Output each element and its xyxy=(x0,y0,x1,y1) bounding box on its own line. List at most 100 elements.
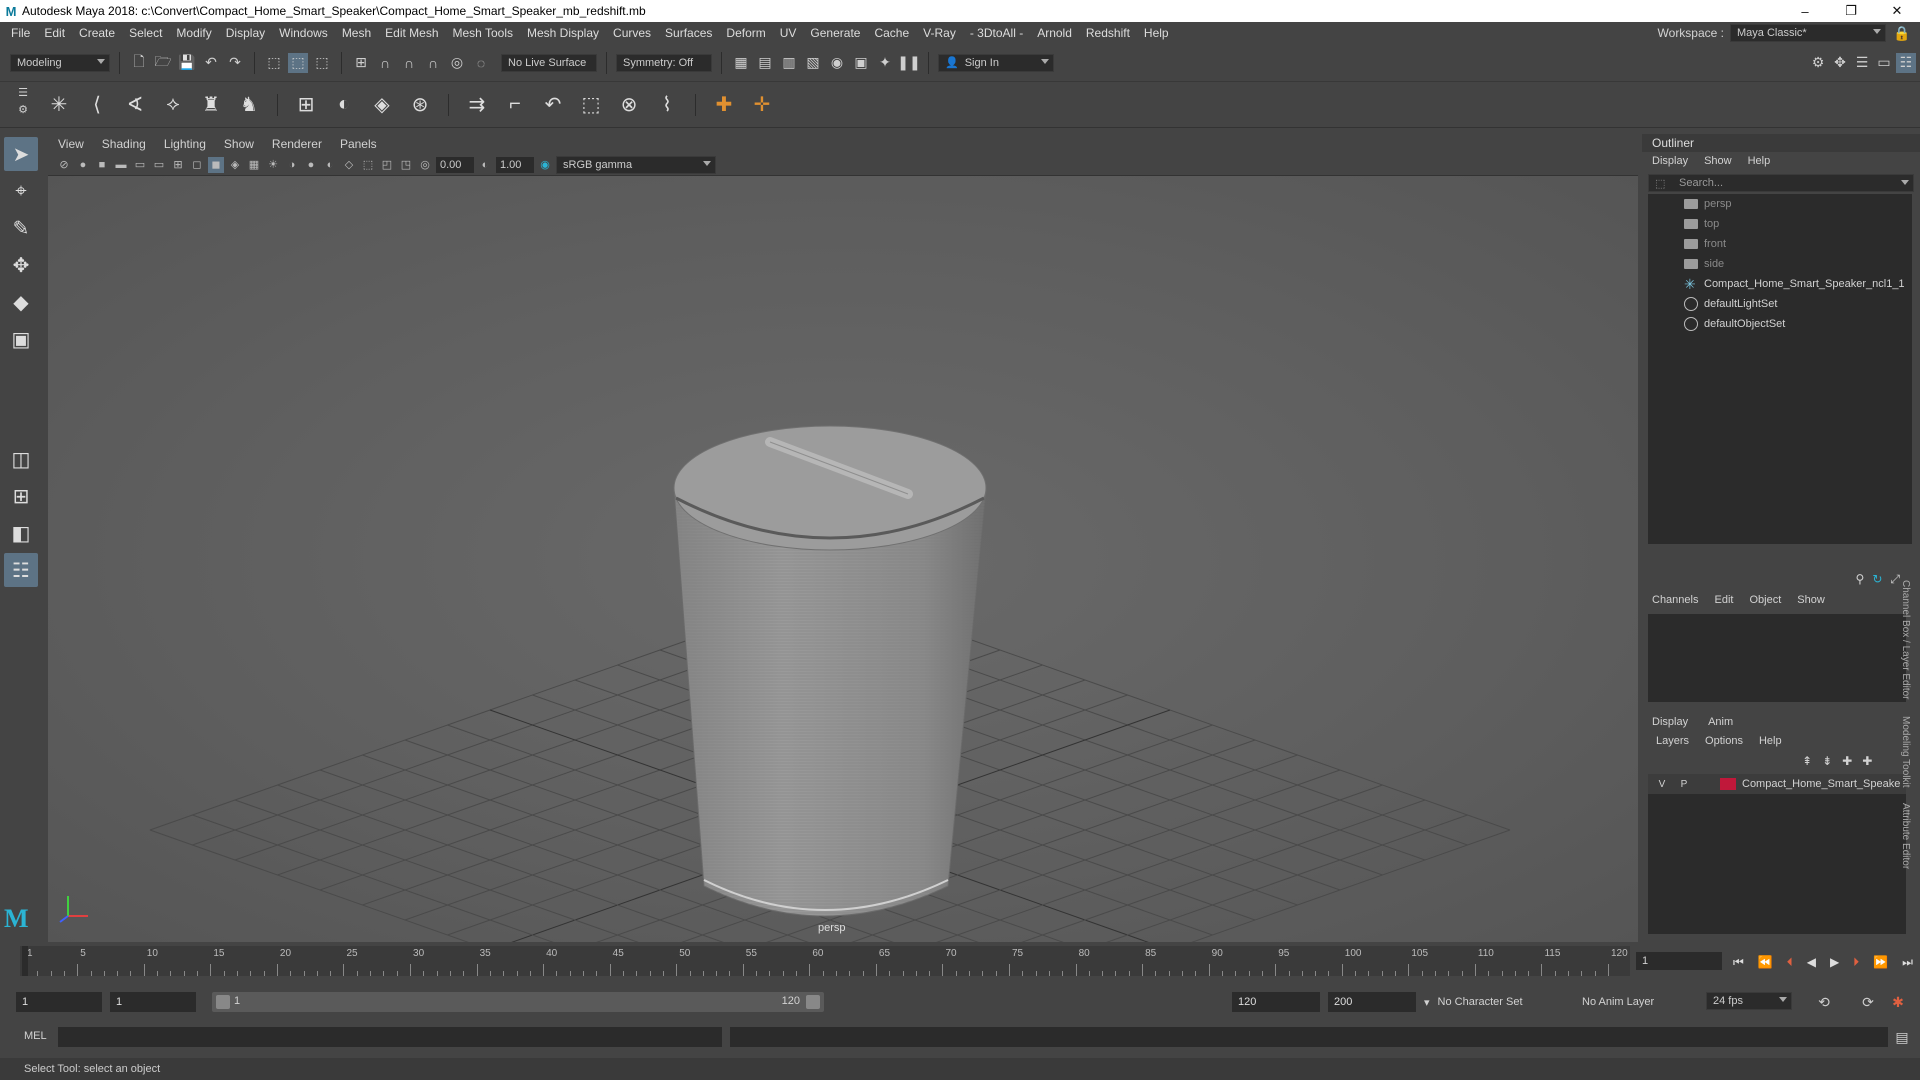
range-start-handle[interactable] xyxy=(216,995,230,1009)
snap-point-icon[interactable]: ∩ xyxy=(399,53,419,73)
time-ruler[interactable]: 1 5 10 15 20 25 30 35 40 45 50 55 60 65 70 75 80 85 90 95 10… xyxy=(20,946,1630,976)
save-scene-icon[interactable]: 💾 xyxy=(177,53,197,73)
hypershade-icon[interactable]: ◉ xyxy=(827,53,847,73)
layer-tab-anim[interactable]: Anim xyxy=(1708,716,1733,728)
menu-cache[interactable]: Cache xyxy=(867,26,916,40)
select-camera-icon[interactable]: ⊘ xyxy=(56,157,72,173)
animation-end-field[interactable]: 200 xyxy=(1328,992,1416,1012)
xray-icon[interactable]: ◰ xyxy=(379,157,395,173)
lock-icon[interactable]: 🔒 xyxy=(1892,23,1912,43)
outliner-item[interactable]: persp xyxy=(1648,194,1912,214)
snap-view-icon[interactable]: ◎ xyxy=(447,53,467,73)
layer-menu-options[interactable]: Options xyxy=(1705,735,1743,747)
blend-shape-icon[interactable]: ◐ xyxy=(329,90,359,120)
light-editor-icon[interactable]: ✦ xyxy=(875,53,895,73)
shelf-menu[interactable]: ☰ ⚙ xyxy=(8,86,38,126)
shadows-icon[interactable]: ◑ xyxy=(284,157,300,173)
character-set-dropdown[interactable]: ▾ No Character Set xyxy=(1424,992,1584,1012)
menu-display[interactable]: Display xyxy=(219,26,272,40)
lasso-tool-icon[interactable]: ⌖ xyxy=(4,174,38,208)
outliner-item[interactable]: front xyxy=(1648,234,1912,254)
move-layer-up-icon[interactable]: ⇞ xyxy=(1802,754,1812,768)
outliner-layout-icon[interactable]: ☷ xyxy=(4,553,38,587)
menu-redshift[interactable]: Redshift xyxy=(1079,26,1137,40)
textured-icon[interactable]: ▦ xyxy=(246,157,262,173)
preferences-icon[interactable]: ✱ xyxy=(1888,992,1908,1012)
side-tab-modeling-toolkit[interactable]: Modeling Toolkit xyxy=(1900,716,1911,788)
outliner-item[interactable]: defaultLightSet xyxy=(1648,294,1912,314)
snap-live-icon[interactable]: ◌ xyxy=(471,53,491,73)
go-to-start-icon[interactable]: ⏮ xyxy=(1733,955,1744,970)
menu-uv[interactable]: UV xyxy=(773,26,804,40)
outliner-menu-display[interactable]: Display xyxy=(1652,155,1688,167)
live-surface-field[interactable]: No Live Surface xyxy=(501,53,597,72)
side-tab-channel-box-layer-editor[interactable]: Channel Box / Layer Editor xyxy=(1900,580,1911,700)
menu-v-ray[interactable]: V-Ray xyxy=(916,26,963,40)
range-end-handle[interactable] xyxy=(806,995,820,1009)
layer-visibility-toggle[interactable]: V xyxy=(1654,777,1670,791)
menu-surfaces[interactable]: Surfaces xyxy=(658,26,719,40)
side-tab-attribute-editor[interactable]: Attribute Editor xyxy=(1900,803,1911,869)
menu-modify[interactable]: Modify xyxy=(169,26,218,40)
loop-icon[interactable]: ⟲ xyxy=(1814,992,1834,1012)
scale-tool-icon[interactable]: ▣ xyxy=(4,322,38,356)
resolution-gate-icon[interactable]: ▭ xyxy=(151,157,167,173)
menu-select[interactable]: Select xyxy=(122,26,169,40)
outliner-menu-help[interactable]: Help xyxy=(1748,155,1771,167)
ik-spline-icon[interactable]: ∢ xyxy=(120,90,150,120)
new-scene-icon[interactable]: 🗋 xyxy=(129,53,149,73)
constraint-pole-icon[interactable]: ⌇ xyxy=(652,90,682,120)
script-language-label[interactable]: MEL xyxy=(24,1030,47,1042)
layer-type-toggle[interactable] xyxy=(1698,777,1714,791)
modeling-toolkit-icon[interactable]: ⚙ xyxy=(1808,53,1828,73)
outliner-menu-show[interactable]: Show xyxy=(1704,155,1732,167)
go-to-end-icon[interactable]: ⏭ xyxy=(1902,955,1913,970)
viewport-menu-view[interactable]: View xyxy=(58,137,84,151)
shelf-options-icon[interactable]: ☰ xyxy=(18,86,28,99)
redo-icon[interactable]: ↷ xyxy=(225,53,245,73)
constraint-scale-icon[interactable]: ⬚ xyxy=(576,90,606,120)
channel-menu-object[interactable]: Object xyxy=(1749,594,1781,606)
step-forward-key-icon[interactable]: ⏩ xyxy=(1873,955,1888,969)
character-controls-icon[interactable]: ✥ xyxy=(1830,53,1850,73)
constraint-parent-icon[interactable]: ⊗ xyxy=(614,90,644,120)
attribute-editor-icon[interactable]: ☰ xyxy=(1852,53,1872,73)
edit-pivot-icon[interactable]: ✛ xyxy=(747,90,777,120)
speaker-model[interactable] xyxy=(673,425,987,917)
wireframe-icon[interactable]: ◻ xyxy=(189,157,205,173)
bind-skin-icon[interactable]: ⟡ xyxy=(158,90,188,120)
view-transform-dropdown[interactable]: sRGB gamma xyxy=(556,155,716,174)
menu-arnold[interactable]: Arnold xyxy=(1030,26,1079,40)
undo-icon[interactable]: ↶ xyxy=(201,53,221,73)
channel-box-icon[interactable]: ☷ xyxy=(1896,52,1916,73)
menu-generate[interactable]: Generate xyxy=(803,26,867,40)
select-hierarchy-icon[interactable]: ⬚ xyxy=(264,53,284,73)
playback-start-field[interactable]: 1 xyxy=(110,992,196,1012)
menu-file[interactable]: File xyxy=(4,26,37,40)
snap-projected-icon[interactable]: ∩ xyxy=(423,53,443,73)
wrap-icon[interactable]: ⊛ xyxy=(405,90,435,120)
step-forward-frame-icon[interactable]: ⏵ xyxy=(1853,955,1859,970)
select-tool-icon[interactable]: ➤ xyxy=(4,137,38,171)
gamma-field[interactable]: 1.00 xyxy=(496,156,534,173)
outliner-item[interactable]: ✳ Compact_Home_Smart_Speaker_ncl1_1 xyxy=(1648,274,1912,294)
layer-tab-display[interactable]: Display xyxy=(1652,716,1688,728)
select-component-icon[interactable]: ⬚ xyxy=(312,53,332,73)
camera-attributes-icon[interactable]: ● xyxy=(75,157,91,173)
color-management-icon[interactable]: ◉ xyxy=(537,157,553,173)
close-button[interactable]: ✕ xyxy=(1874,0,1920,22)
layer-menu-layers[interactable]: Layers xyxy=(1656,735,1689,747)
exposure-icon[interactable]: ◎ xyxy=(417,157,433,173)
menu-create[interactable]: Create xyxy=(72,26,122,40)
menu-curves[interactable]: Curves xyxy=(606,26,658,40)
move-layer-down-icon[interactable]: ⇟ xyxy=(1822,754,1832,768)
use-all-lights-icon[interactable]: ☀ xyxy=(265,157,281,173)
command-input[interactable] xyxy=(58,1027,722,1047)
sign-in-dropdown[interactable]: 👤 Sign In xyxy=(938,53,1054,72)
render-settings-icon[interactable]: ▧ xyxy=(803,53,823,73)
ipr-render-icon[interactable]: ▥ xyxy=(779,53,799,73)
animation-start-field[interactable]: 1 xyxy=(16,992,102,1012)
new-layer-selected-icon[interactable]: ✚ xyxy=(1862,754,1872,768)
menu-deform[interactable]: Deform xyxy=(719,26,772,40)
viewport-menu-renderer[interactable]: Renderer xyxy=(272,137,322,151)
